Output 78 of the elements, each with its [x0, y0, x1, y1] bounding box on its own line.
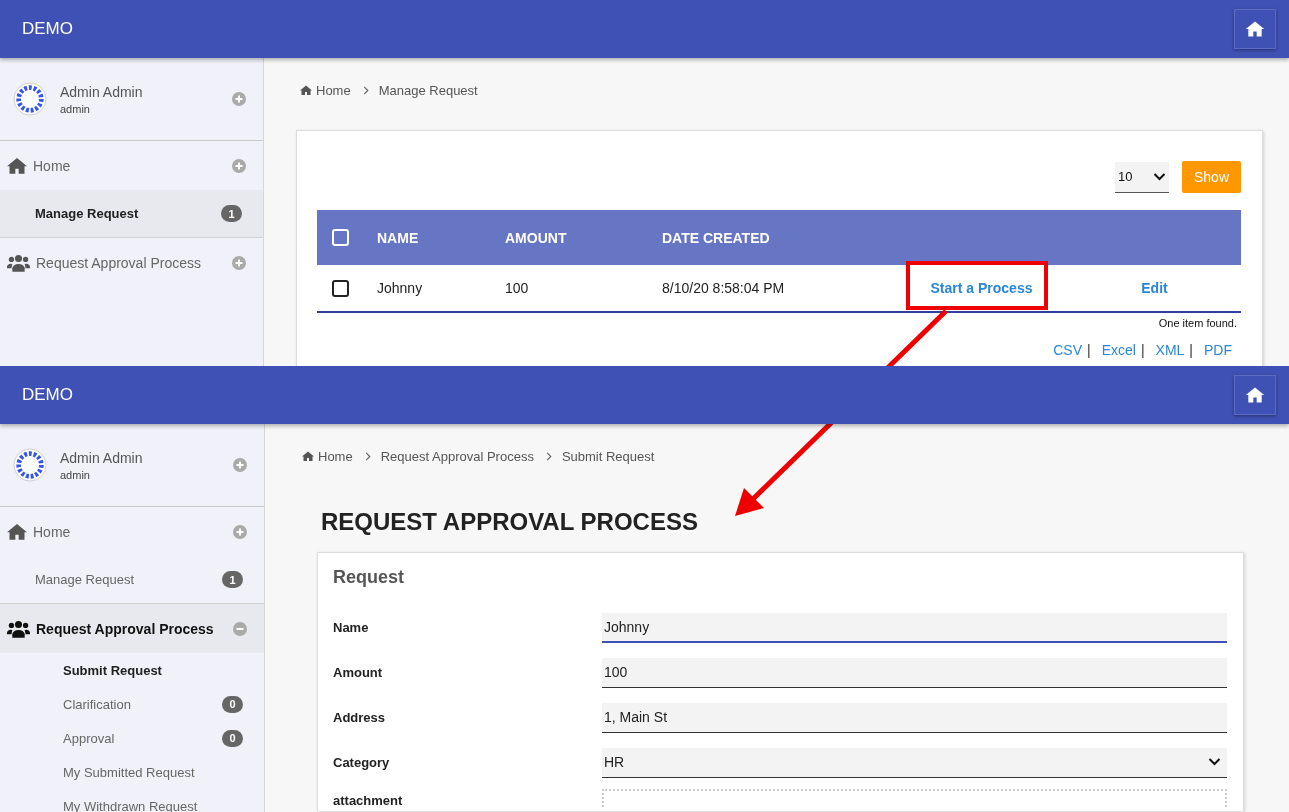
avatar-icon [13, 448, 47, 482]
separator: | [1140, 342, 1145, 358]
table-cell-text: 8/10/20 8:58:04 PM [662, 280, 786, 296]
export-link[interactable]: Excel [1101, 342, 1136, 358]
breadcrumb-link[interactable]: Request Approval Process [380, 448, 534, 464]
home-icon [1244, 19, 1266, 39]
nav-item[interactable]: Submit Request [0, 653, 264, 687]
field-label: attachment [333, 792, 404, 808]
nav-item[interactable]: Manage Request 1 [0, 190, 263, 238]
plus-icon[interactable] [233, 458, 247, 472]
field-label: Name [333, 620, 370, 635]
user-login: admin [60, 102, 91, 115]
app-title: DEMO [22, 19, 73, 39]
input-field[interactable]: 1, Main St [602, 702, 1227, 733]
breadcrumb-link[interactable]: Submit Request [561, 448, 655, 464]
nav-item[interactable]: My Submitted Request [0, 755, 264, 789]
app-title: DEMO [22, 385, 73, 405]
users-icon [7, 253, 30, 272]
count-badge: 1 [221, 205, 242, 222]
field-label: Address [333, 710, 387, 725]
input-field[interactable]: 100 [602, 657, 1227, 688]
chevron-icon [545, 451, 552, 461]
table-cell-text: Johnny [377, 280, 424, 296]
nav-group[interactable]: Request Approval Process [0, 604, 264, 653]
breadcrumb-link[interactable]: Manage Request [378, 82, 478, 98]
breadcrumb-link[interactable]: Home [316, 82, 351, 98]
select-all-checkbox[interactable] [332, 229, 349, 246]
home-icon [300, 85, 312, 95]
home-icon [7, 157, 27, 174]
column-header: AMOUNT [505, 229, 568, 246]
plus-icon[interactable] [232, 158, 246, 173]
row-checkbox[interactable] [332, 279, 349, 297]
input-field[interactable]: Johnny [602, 612, 1227, 643]
caret-icon [1208, 758, 1221, 766]
plus-icon[interactable] [232, 92, 246, 106]
count-badge: 1 [222, 571, 243, 588]
column-header: DATE CREATED [662, 229, 771, 246]
action-link[interactable]: Start a Process [930, 280, 1033, 296]
separator: | [1087, 342, 1091, 358]
caret-icon [1153, 172, 1166, 181]
chevron-icon [364, 451, 371, 461]
field-label: Category [333, 755, 391, 770]
plus-icon[interactable] [232, 255, 246, 270]
nav-item[interactable]: Clarification 0 [0, 687, 264, 721]
column-header: NAME [377, 229, 420, 246]
user-name: Admin Admin [60, 83, 144, 100]
card-title: Request [333, 567, 405, 588]
avatar-icon [13, 82, 47, 116]
nav-group[interactable]: Home [0, 141, 263, 190]
home-icon [302, 451, 314, 461]
table-cell-text: 100 [505, 280, 530, 296]
field-label: Amount [333, 665, 384, 680]
count-badge: 0 [222, 729, 243, 747]
file-drop-field[interactable] [602, 789, 1227, 807]
user-login: admin [60, 468, 91, 481]
export-link[interactable]: CSV [1053, 342, 1083, 358]
breadcrumb-link[interactable]: Home [318, 448, 353, 464]
users-icon [7, 619, 30, 638]
plus-icon[interactable] [233, 524, 247, 539]
page-size-select[interactable]: 10 [1115, 161, 1169, 193]
home-button[interactable] [1234, 9, 1276, 49]
export-link[interactable]: XML [1155, 342, 1185, 358]
nav-item[interactable]: Approval 0 [0, 721, 264, 755]
nav-group[interactable]: Request Approval Process [0, 238, 263, 287]
count-badge: 0 [222, 695, 243, 713]
home-button[interactable] [1234, 375, 1276, 415]
home-icon [7, 523, 27, 540]
nav-group[interactable]: Home [0, 507, 264, 556]
result-count: One item found. [1157, 317, 1238, 329]
export-link[interactable]: PDF [1204, 342, 1232, 358]
separator: | [1189, 342, 1193, 358]
home-icon [1244, 385, 1266, 405]
select-field[interactable]: HR [602, 747, 1227, 778]
action-link[interactable]: Edit [1141, 280, 1168, 296]
user-name: Admin Admin [60, 449, 144, 466]
minus-icon[interactable] [233, 621, 247, 636]
page-heading: REQUEST APPROVAL PROCESS [321, 507, 699, 537]
chevron-icon [362, 85, 369, 95]
